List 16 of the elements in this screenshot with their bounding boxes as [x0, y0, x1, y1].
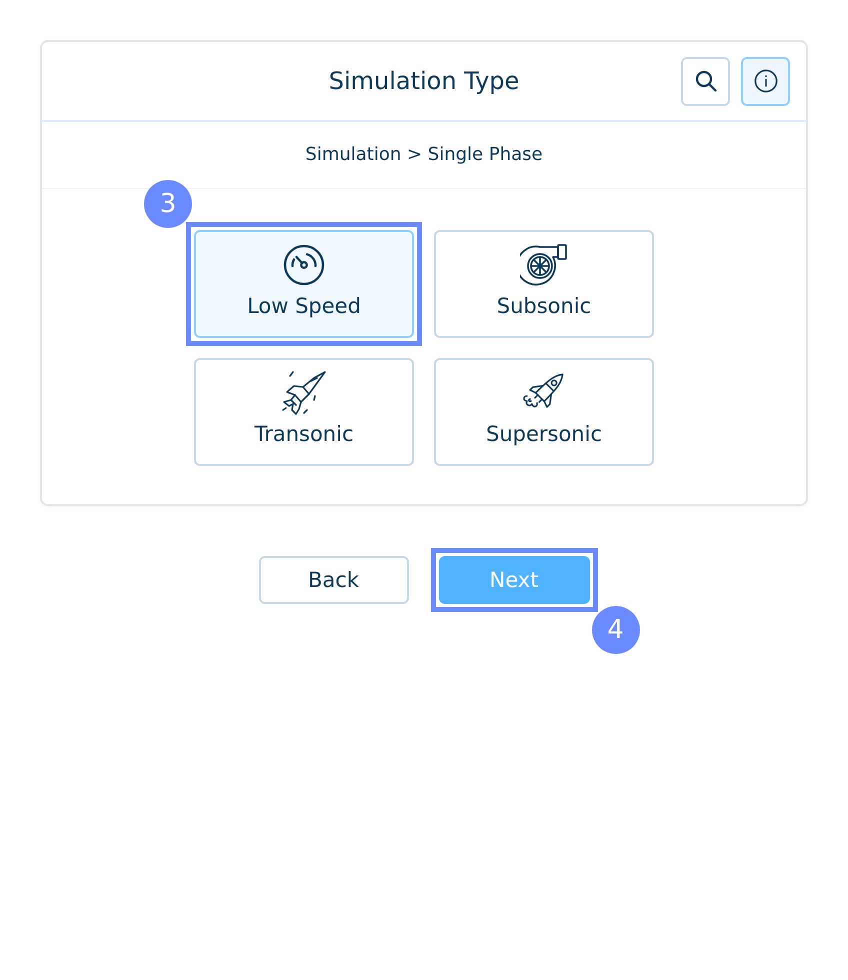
step-badge: 3	[144, 180, 192, 228]
search-button[interactable]	[681, 56, 730, 106]
card-title: Simulation Type	[328, 69, 520, 93]
option-tile[interactable]: Low Speed	[194, 230, 414, 338]
option-tile[interactable]: Transonic	[194, 358, 414, 466]
back-button[interactable]: Back	[258, 556, 408, 604]
option-tile[interactable]: Supersonic	[434, 358, 654, 466]
search-icon	[694, 70, 716, 92]
speedometer-icon	[283, 244, 325, 286]
info-icon	[754, 69, 778, 93]
step-badge: 4	[592, 606, 640, 654]
fighter-jet-icon	[281, 370, 327, 416]
breadcrumb: Simulation > Single Phase	[305, 146, 543, 164]
turbocharger-icon	[520, 244, 568, 286]
option-tile[interactable]: Subsonic	[434, 230, 654, 338]
info-button[interactable]	[741, 56, 790, 106]
